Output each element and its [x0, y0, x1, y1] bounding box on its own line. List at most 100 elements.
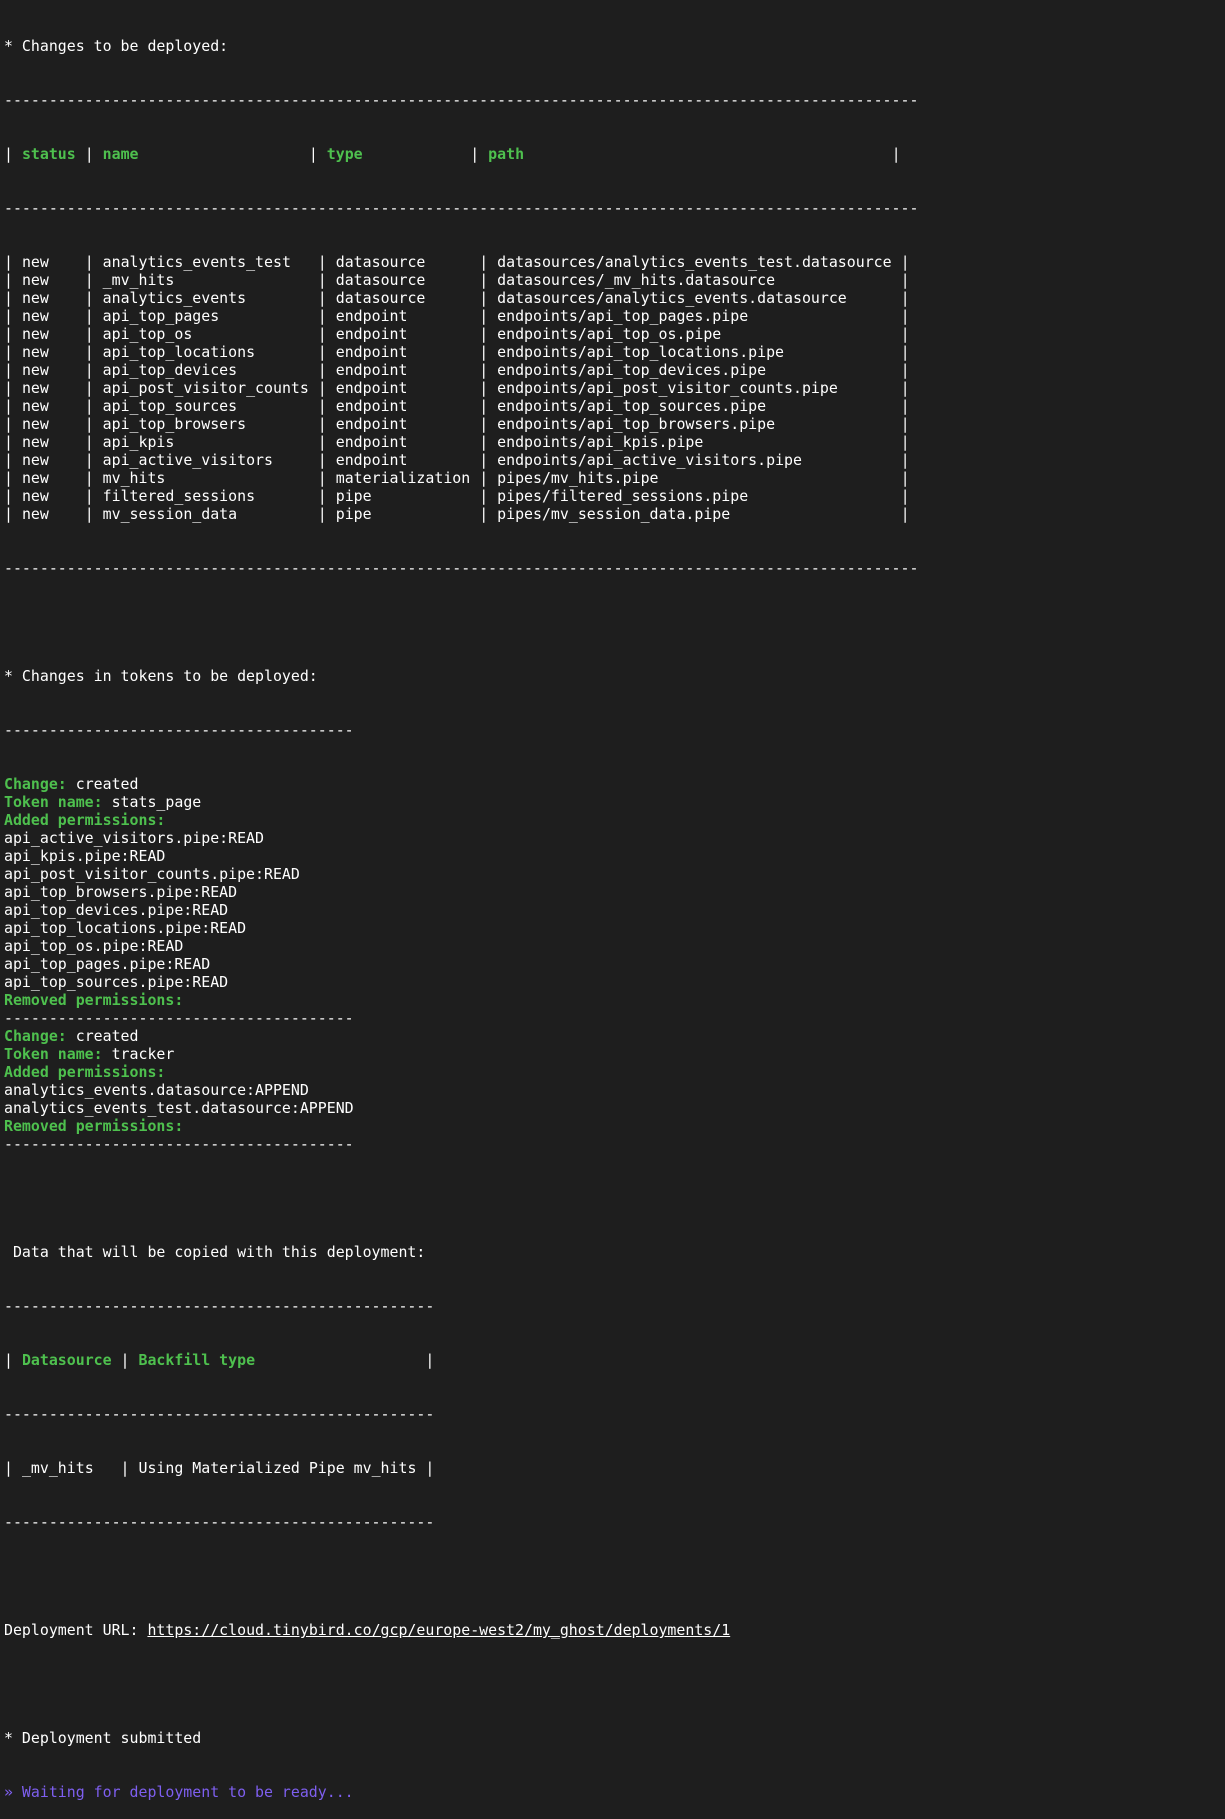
table-row: | new | api_top_pages | endpoint | endpo… — [4, 307, 910, 325]
row-status: new — [21, 325, 76, 343]
row-name: api_top_devices — [102, 361, 309, 379]
permission-item: analytics_events.datasource:APPEND — [4, 1081, 309, 1099]
deployment-url-line: Deployment URL: https://cloud.tinybird.c… — [4, 1621, 918, 1639]
changes-table-border-top: ----------------------------------------… — [4, 91, 919, 109]
row-name: filtered_sessions — [102, 487, 309, 505]
row-name: _mv_hits — [102, 271, 309, 289]
row-type: endpoint — [335, 451, 471, 469]
permission-item: api_top_locations.pipe:READ — [4, 919, 247, 937]
changes-table-border-bottom: ----------------------------------------… — [4, 559, 919, 577]
table-row: | new | _mv_hits | datasource | datasour… — [4, 271, 910, 289]
row-status: new — [21, 433, 76, 451]
row-path: endpoints/api_top_os.pipe — [497, 325, 892, 343]
row-path: endpoints/api_kpis.pipe — [497, 433, 892, 451]
row-name: mv_session_data — [102, 505, 309, 523]
removed-permissions-label: Removed permissions: — [4, 1117, 184, 1135]
changes-header: * Changes to be deployed: — [4, 37, 229, 55]
row-path: pipes/mv_hits.pipe — [497, 469, 892, 487]
token-name: Token name: tracker — [4, 1045, 918, 1063]
table-row: | new | api_top_os | endpoint | endpoint… — [4, 325, 910, 343]
row-status: new — [21, 343, 76, 361]
table-row: | new | mv_session_data | pipe | pipes/m… — [4, 505, 910, 523]
row-path: datasources/analytics_events.datasource — [497, 289, 892, 307]
row-path: endpoints/api_top_browsers.pipe — [497, 415, 892, 433]
row-status: new — [21, 397, 76, 415]
row-type: datasource — [335, 253, 471, 271]
token-change: Change: created — [4, 775, 918, 793]
changes-table-header-row: | status | name | type | path | — [4, 145, 901, 163]
table-row: | new | api_top_locations | endpoint | e… — [4, 343, 910, 361]
row-type: endpoint — [335, 415, 471, 433]
row-name: api_active_visitors — [102, 451, 309, 469]
table-row: | new | api_top_devices | endpoint | end… — [4, 361, 910, 379]
row-path: pipes/filtered_sessions.pipe — [497, 487, 892, 505]
table-row: | new | analytics_events | datasource | … — [4, 289, 910, 307]
deployment-submitted: * Deployment submitted — [4, 1729, 202, 1747]
table-row: | new | api_kpis | endpoint | endpoints/… — [4, 433, 910, 451]
row-name: analytics_events — [102, 289, 309, 307]
permission-item: api_top_sources.pipe:READ — [4, 973, 229, 991]
tokens-divider: --------------------------------------- — [4, 1135, 354, 1153]
copy-table-border-bottom: ----------------------------------------… — [4, 1513, 435, 1531]
row-name: api_top_os — [102, 325, 309, 343]
row-status: new — [21, 289, 76, 307]
removed-permissions-label: Removed permissions: — [4, 991, 184, 1009]
col-datasource-header: Datasource — [21, 1351, 112, 1369]
added-permissions-label: Added permissions: — [4, 811, 166, 829]
row-type: endpoint — [335, 307, 471, 325]
token-change-label: Change: — [4, 1027, 67, 1045]
col-backfill-header: Backfill type — [138, 1351, 256, 1369]
row-path: endpoints/api_top_devices.pipe — [497, 361, 892, 379]
row-status: new — [21, 469, 76, 487]
deployment-url-link[interactable]: https://cloud.tinybird.co/gcp/europe-wes… — [147, 1621, 730, 1639]
row-path: pipes/mv_session_data.pipe — [497, 505, 892, 523]
token-name-label: Token name: — [4, 1045, 103, 1063]
permission-item: api_top_pages.pipe:READ — [4, 955, 211, 973]
row-status: new — [21, 451, 76, 469]
row-type: endpoint — [335, 343, 471, 361]
table-row: | new | api_post_visitor_counts | endpoi… — [4, 379, 910, 397]
token-change-value: created — [75, 775, 139, 793]
row-type: endpoint — [335, 379, 471, 397]
row-path: datasources/_mv_hits.datasource — [497, 271, 892, 289]
row-datasource: _mv_hits — [21, 1459, 112, 1477]
terminal-output: * Changes to be deployed: --------------… — [4, 1, 918, 1819]
row-type: endpoint — [335, 325, 471, 343]
token-name-value: tracker — [111, 1045, 175, 1063]
row-type: pipe — [335, 505, 471, 523]
table-row: | new | filtered_sessions | pipe | pipes… — [4, 487, 910, 505]
row-type: endpoint — [335, 433, 471, 451]
col-name-header: name — [102, 145, 139, 163]
row-status: new — [21, 271, 76, 289]
row-name: api_kpis — [102, 433, 309, 451]
row-type: endpoint — [335, 361, 471, 379]
row-status: new — [21, 361, 76, 379]
copy-table-header-row: | Datasource | Backfill type | — [4, 1351, 435, 1369]
row-path: endpoints/api_active_visitors.pipe — [497, 451, 892, 469]
row-path: endpoints/api_post_visitor_counts.pipe — [497, 379, 892, 397]
row-path: endpoints/api_top_locations.pipe — [497, 343, 892, 361]
row-status: new — [21, 307, 76, 325]
row-type: endpoint — [335, 397, 471, 415]
table-row: | new | api_top_browsers | endpoint | en… — [4, 415, 910, 433]
tokens-list: Change: created Token name: stats_page Add… — [4, 775, 918, 1153]
tokens-divider: --------------------------------------- — [4, 1009, 354, 1027]
copy-table-body: | _mv_hits | Using Materialized Pipe mv_… — [4, 1459, 918, 1477]
row-type: pipe — [335, 487, 471, 505]
table-row: | new | analytics_events_test | datasour… — [4, 253, 910, 271]
token-name-value: stats_page — [111, 793, 202, 811]
row-type: materialization — [335, 469, 471, 487]
table-row: | new | api_top_sources | endpoint | end… — [4, 397, 910, 415]
copy-table-border-top: ----------------------------------------… — [4, 1297, 435, 1315]
tokens-divider: --------------------------------------- — [4, 721, 354, 739]
row-path: endpoints/api_top_pages.pipe — [497, 307, 892, 325]
permission-item: api_post_visitor_counts.pipe:READ — [4, 865, 300, 883]
token-name-label: Token name: — [4, 793, 103, 811]
row-type: datasource — [335, 271, 471, 289]
deployment-url-label: Deployment URL: — [4, 1621, 139, 1639]
table-row: | _mv_hits | Using Materialized Pipe mv_… — [4, 1459, 435, 1477]
row-name: analytics_events_test — [102, 253, 309, 271]
permission-item: api_top_browsers.pipe:READ — [4, 883, 238, 901]
